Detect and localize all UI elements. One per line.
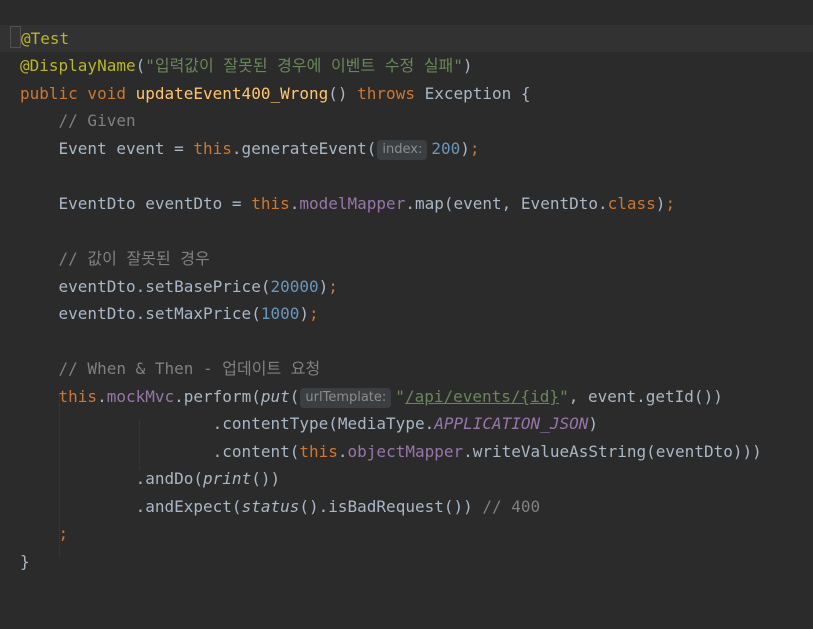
code-line[interactable]: this.mockMvc.perform(put(urlTemplate: "/a… [0,383,813,410]
static-field: APPLICATION_JSON [434,414,589,433]
code-line[interactable]: EventDto eventDto = this.modelMapper.map… [0,190,813,217]
keyword-this: this [299,442,338,461]
code-line-empty[interactable] [0,327,813,354]
parameter-hint: urlTemplate: [300,388,392,408]
keyword: public void [20,84,136,103]
keyword-this: this [58,387,98,406]
keyword: throws [357,84,425,103]
code-line[interactable]: .content(this.objectMapper.writeValueAsS… [0,438,813,465]
code-line-empty[interactable] [0,162,813,189]
string-literal: "입력값이 잘못된 경우에 이벤트 수정 실패" [145,56,463,75]
text-caret [10,26,21,48]
code-line[interactable]: @DisplayName("입력값이 잘못된 경우에 이벤트 수정 실패") [0,52,813,79]
method-name: updateEvent400_Wrong [135,84,329,103]
comment: // Given [20,111,136,130]
code-line[interactable]: // 값이 잘못된 경우 [0,245,813,272]
code-line[interactable]: eventDto.setMaxPrice(1000); [0,300,813,327]
static-method: put [260,387,290,406]
static-method: status [241,497,300,516]
annotation-displayname: @DisplayName [20,56,136,75]
comment: // When & Then - 업데이트 요청 [20,359,321,378]
code-line[interactable]: ; [0,520,813,547]
code-line[interactable]: public void updateEvent400_Wrong() throw… [0,80,813,107]
code-line[interactable]: Event event = this.generateEvent(index: 2… [0,135,813,162]
code-line[interactable]: .andDo(print()) [0,465,813,492]
comment: // 400 [482,497,541,516]
parameter-hint: index: [377,140,428,160]
field-name: mockMvc [106,387,175,406]
code-line[interactable]: } [0,548,813,575]
number-literal: 20000 [270,277,319,296]
field-name: objectMapper [347,442,464,461]
code-line[interactable]: .contentType(MediaType.APPLICATION_JSON) [0,410,813,437]
code-line[interactable]: // When & Then - 업데이트 요청 [0,355,813,382]
code-line-empty[interactable] [0,217,813,244]
annotation-test: @Test [21,29,70,48]
keyword-this: this [251,194,290,213]
code-line[interactable]: .andExpect(status().isBadRequest()) // 4… [0,493,813,520]
number-literal: 200 [431,139,461,158]
field-name: modelMapper [299,194,406,213]
code-line-current[interactable]: @Test [0,25,813,52]
code-editor[interactable]: @Test @DisplayName("입력값이 잘못된 경우에 이벤트 수정 … [0,0,813,580]
code-line[interactable]: eventDto.setBasePrice(20000); [0,273,813,300]
number-literal: 1000 [260,304,300,323]
static-method: print [203,469,252,488]
code-line[interactable]: // Given [0,107,813,134]
comment: // 값이 잘못된 경우 [20,249,210,268]
keyword-class: class [607,194,656,213]
url-string-link[interactable]: /api/events/{id} [405,387,559,406]
keyword-this: this [193,139,232,158]
